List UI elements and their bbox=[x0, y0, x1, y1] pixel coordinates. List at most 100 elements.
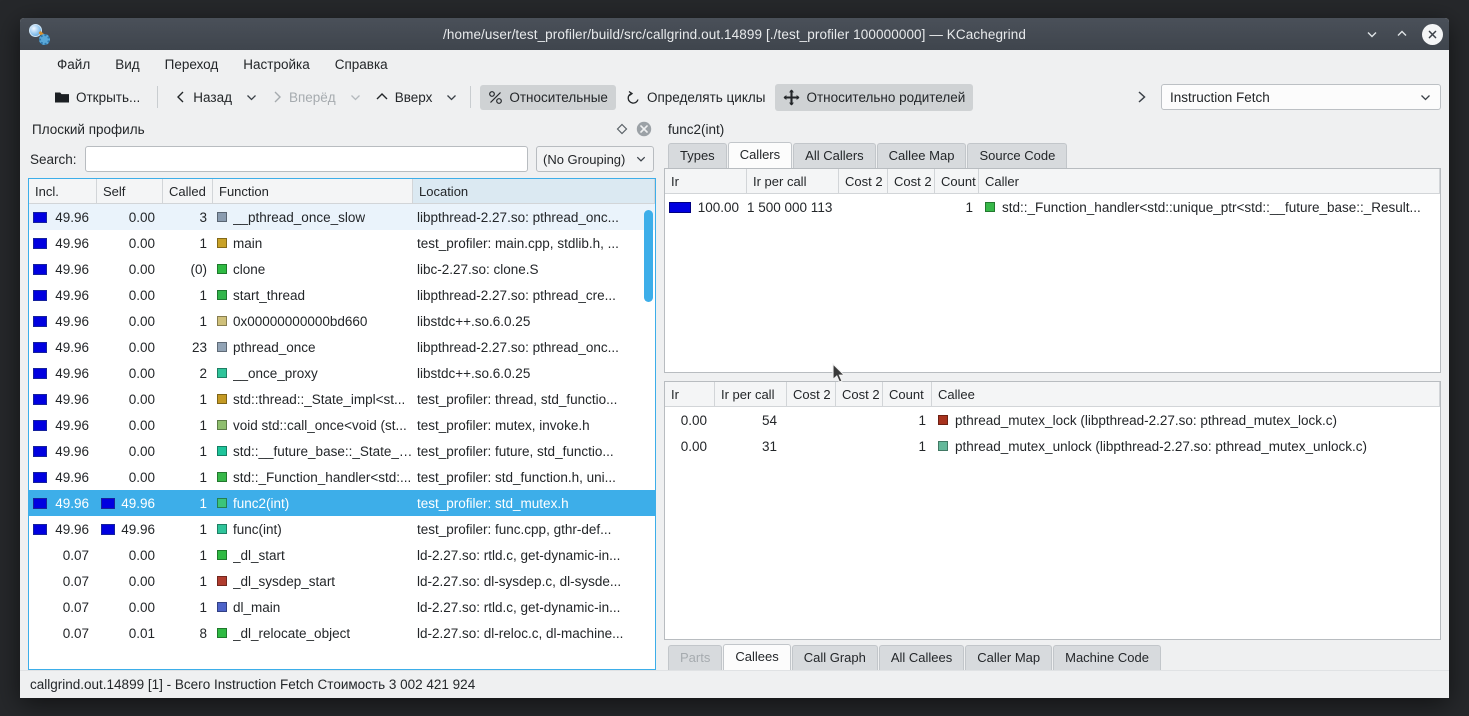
callees-column-callee[interactable]: Callee bbox=[932, 382, 1440, 406]
folder-icon bbox=[55, 92, 69, 103]
cell-called: 1 bbox=[199, 235, 207, 251]
toolbar-overflow-button[interactable] bbox=[1129, 89, 1159, 105]
flat-profile-row[interactable]: 49.96 0.00 1 0x00000000000bd660 libstdc++.so… bbox=[29, 308, 655, 334]
cell-called: 1 bbox=[199, 443, 207, 459]
tab-machine-code[interactable]: Machine Code bbox=[1053, 645, 1161, 670]
relative-costs-button[interactable]: Относительные bbox=[480, 84, 616, 110]
back-button[interactable]: Назад bbox=[167, 85, 240, 110]
close-button[interactable] bbox=[1422, 23, 1443, 45]
callee-cell-name: pthread_mutex_unlock (libpthread-2.27.so… bbox=[932, 439, 1440, 454]
flat-profile-rows: 49.96 0.00 3 __pthread_once_slow libpthread-… bbox=[29, 204, 655, 669]
open-button[interactable]: Открыть... bbox=[46, 85, 148, 110]
tab-all-callees[interactable]: All Callees bbox=[878, 645, 965, 670]
self-value: 49.96 bbox=[121, 495, 155, 511]
menu-help[interactable]: Справка bbox=[324, 54, 399, 75]
flat-profile-table: Incl. Self Called Function Location 49.9… bbox=[28, 178, 656, 670]
flat-profile-row[interactable]: 0.07 0.00 1 _dl_start ld-2.27.so: rtld.c, ge… bbox=[29, 542, 655, 568]
detect-cycles-button[interactable]: Определять циклы bbox=[618, 85, 774, 110]
move-arrows-icon bbox=[783, 89, 800, 105]
function-name: std::__future_base::_State_b... bbox=[233, 443, 413, 459]
tab-callers[interactable]: Callers bbox=[727, 142, 793, 168]
tab-caller-map[interactable]: Caller Map bbox=[965, 645, 1053, 670]
cell-incl: 49.96 bbox=[29, 470, 97, 485]
cell-incl: 49.96 bbox=[29, 418, 97, 433]
callees-column-ir[interactable]: Ir bbox=[665, 382, 715, 406]
flat-profile-row[interactable]: 49.96 0.00 (0) clone libc-2.27.so: clone.S bbox=[29, 256, 655, 282]
float-dock-button[interactable] bbox=[616, 123, 628, 135]
chevron-down-icon bbox=[447, 94, 457, 100]
back-dropdown-button[interactable] bbox=[242, 86, 261, 109]
scrollbar-thumb[interactable] bbox=[644, 210, 653, 302]
callers-column-cost2-a[interactable]: Cost 2 bbox=[839, 169, 888, 193]
callees-column-count[interactable]: Count bbox=[883, 382, 932, 406]
flat-profile-row[interactable]: 49.96 0.00 23 pthread_once libpthread-2.27.s… bbox=[29, 334, 655, 360]
maximize-button[interactable] bbox=[1392, 24, 1412, 44]
callers-column-ir[interactable]: Ir bbox=[665, 169, 747, 193]
cell-function: dl_main bbox=[213, 600, 413, 615]
self-value: 0.00 bbox=[128, 287, 155, 303]
tab-callee-map[interactable]: Callee Map bbox=[876, 143, 967, 168]
up-button[interactable]: Вверх bbox=[367, 85, 441, 110]
close-dock-button[interactable] bbox=[636, 121, 652, 137]
cell-function: std::__future_base::_State_b... bbox=[213, 444, 413, 459]
menu-settings[interactable]: Настройка bbox=[232, 54, 320, 75]
flat-profile-row[interactable]: 49.96 0.00 1 std::__future_base::_State_b..… bbox=[29, 438, 655, 464]
cell-self: 0.00 bbox=[97, 366, 163, 381]
flat-profile-row[interactable]: 49.96 49.96 1 func(int) test_profiler: func.… bbox=[29, 516, 655, 542]
flat-profile-row[interactable]: 49.96 0.00 1 void std::call_once<void (st..… bbox=[29, 412, 655, 438]
tab-types[interactable]: Types bbox=[668, 143, 727, 168]
relative-to-parent-label: Относительно родителей bbox=[806, 89, 966, 105]
flat-profile-row[interactable]: 49.96 0.00 1 std::_Function_handler<std:...… bbox=[29, 464, 655, 490]
cell-location: test_profiler: main.cpp, stdlib.h, ... bbox=[417, 235, 619, 251]
flat-profile-row[interactable]: 0.07 0.00 1 _dl_sysdep_start ld-2.27.so: dl-… bbox=[29, 568, 655, 594]
relative-to-parent-button[interactable]: Относительно родителей bbox=[775, 83, 974, 111]
callees-column-ir-per-call[interactable]: Ir per call bbox=[715, 382, 787, 406]
flat-profile-row[interactable]: 49.96 0.00 2 __once_proxy libstdc++.so.6.0.2… bbox=[29, 360, 655, 386]
incl-value: 49.96 bbox=[55, 521, 89, 537]
cell-called: 2 bbox=[199, 365, 207, 381]
cell-location: test_profiler: mutex, invoke.h bbox=[417, 417, 590, 433]
tab-all-callers[interactable]: All Callers bbox=[793, 143, 876, 168]
menu-view[interactable]: Вид bbox=[104, 54, 150, 75]
flat-profile-scrollbar[interactable] bbox=[644, 206, 653, 667]
toolbar-separator-2 bbox=[470, 86, 472, 108]
callees-column-cost2-b[interactable]: Cost 2 bbox=[836, 382, 883, 406]
flat-profile-row[interactable]: 49.96 49.96 1 func2(int) test_profiler: std_… bbox=[29, 490, 655, 516]
menu-file[interactable]: Файл bbox=[46, 54, 101, 75]
flat-profile-row[interactable]: 49.96 0.00 1 start_thread libpthread-2.27.so… bbox=[29, 282, 655, 308]
column-header-location[interactable]: Location bbox=[413, 179, 655, 203]
callee-row[interactable]: 0.00 54 1 pthread_mutex_lock (libpthread-2.… bbox=[665, 407, 1440, 433]
caller-row[interactable]: 100.00 1 500 000 113 1 std::_Function_handl… bbox=[665, 194, 1440, 220]
flat-profile-row[interactable]: 49.96 0.00 1 main test_profiler: main.cpp, s… bbox=[29, 230, 655, 256]
menu-go[interactable]: Переход bbox=[154, 54, 230, 75]
column-header-called[interactable]: Called bbox=[163, 179, 213, 203]
flat-profile-row[interactable]: 49.96 0.00 1 std::thread::_State_impl<st...… bbox=[29, 386, 655, 412]
cell-function: void std::call_once<void (st... bbox=[213, 418, 413, 433]
grouping-combo[interactable]: (No Grouping) bbox=[536, 146, 654, 172]
event-type-combo[interactable]: Instruction Fetch bbox=[1161, 84, 1441, 110]
callers-column-cost2-b[interactable]: Cost 2 bbox=[888, 169, 935, 193]
callee-row[interactable]: 0.00 31 1 pthread_mutex_unlock (libpthread-… bbox=[665, 433, 1440, 459]
callee-cell-count: 1 bbox=[918, 412, 926, 428]
tab-call-graph[interactable]: Call Graph bbox=[791, 645, 878, 670]
tab-source-code[interactable]: Source Code bbox=[967, 143, 1068, 168]
callers-column-ir-per-call[interactable]: Ir per call bbox=[747, 169, 839, 193]
column-header-incl[interactable]: Incl. bbox=[29, 179, 97, 203]
up-dropdown-button[interactable] bbox=[442, 86, 461, 109]
callees-column-cost2-a[interactable]: Cost 2 bbox=[787, 382, 836, 406]
flat-profile-row[interactable]: 49.96 0.00 3 __pthread_once_slow libpthread-… bbox=[29, 204, 655, 230]
window-title: /home/user/test_profiler/build/src/callg… bbox=[443, 26, 1026, 42]
cell-incl: 49.96 bbox=[29, 366, 97, 381]
flat-profile-row[interactable]: 0.07 0.01 8 _dl_relocate_object ld-2.27.so: … bbox=[29, 620, 655, 646]
column-header-self[interactable]: Self bbox=[97, 179, 163, 203]
pane-splitter[interactable] bbox=[664, 373, 1441, 381]
tab-callees[interactable]: Callees bbox=[723, 644, 791, 670]
callers-column-count[interactable]: Count bbox=[935, 169, 979, 193]
cell-self: 0.00 bbox=[97, 470, 163, 485]
callers-column-caller[interactable]: Caller bbox=[979, 169, 1440, 193]
flat-profile-row[interactable]: 0.07 0.00 1 dl_main ld-2.27.so: rtld.c, get-… bbox=[29, 594, 655, 620]
search-input[interactable] bbox=[84, 146, 528, 172]
incl-cost-bar bbox=[33, 445, 47, 457]
column-header-function[interactable]: Function bbox=[213, 179, 413, 203]
minimize-button[interactable] bbox=[1362, 24, 1382, 44]
